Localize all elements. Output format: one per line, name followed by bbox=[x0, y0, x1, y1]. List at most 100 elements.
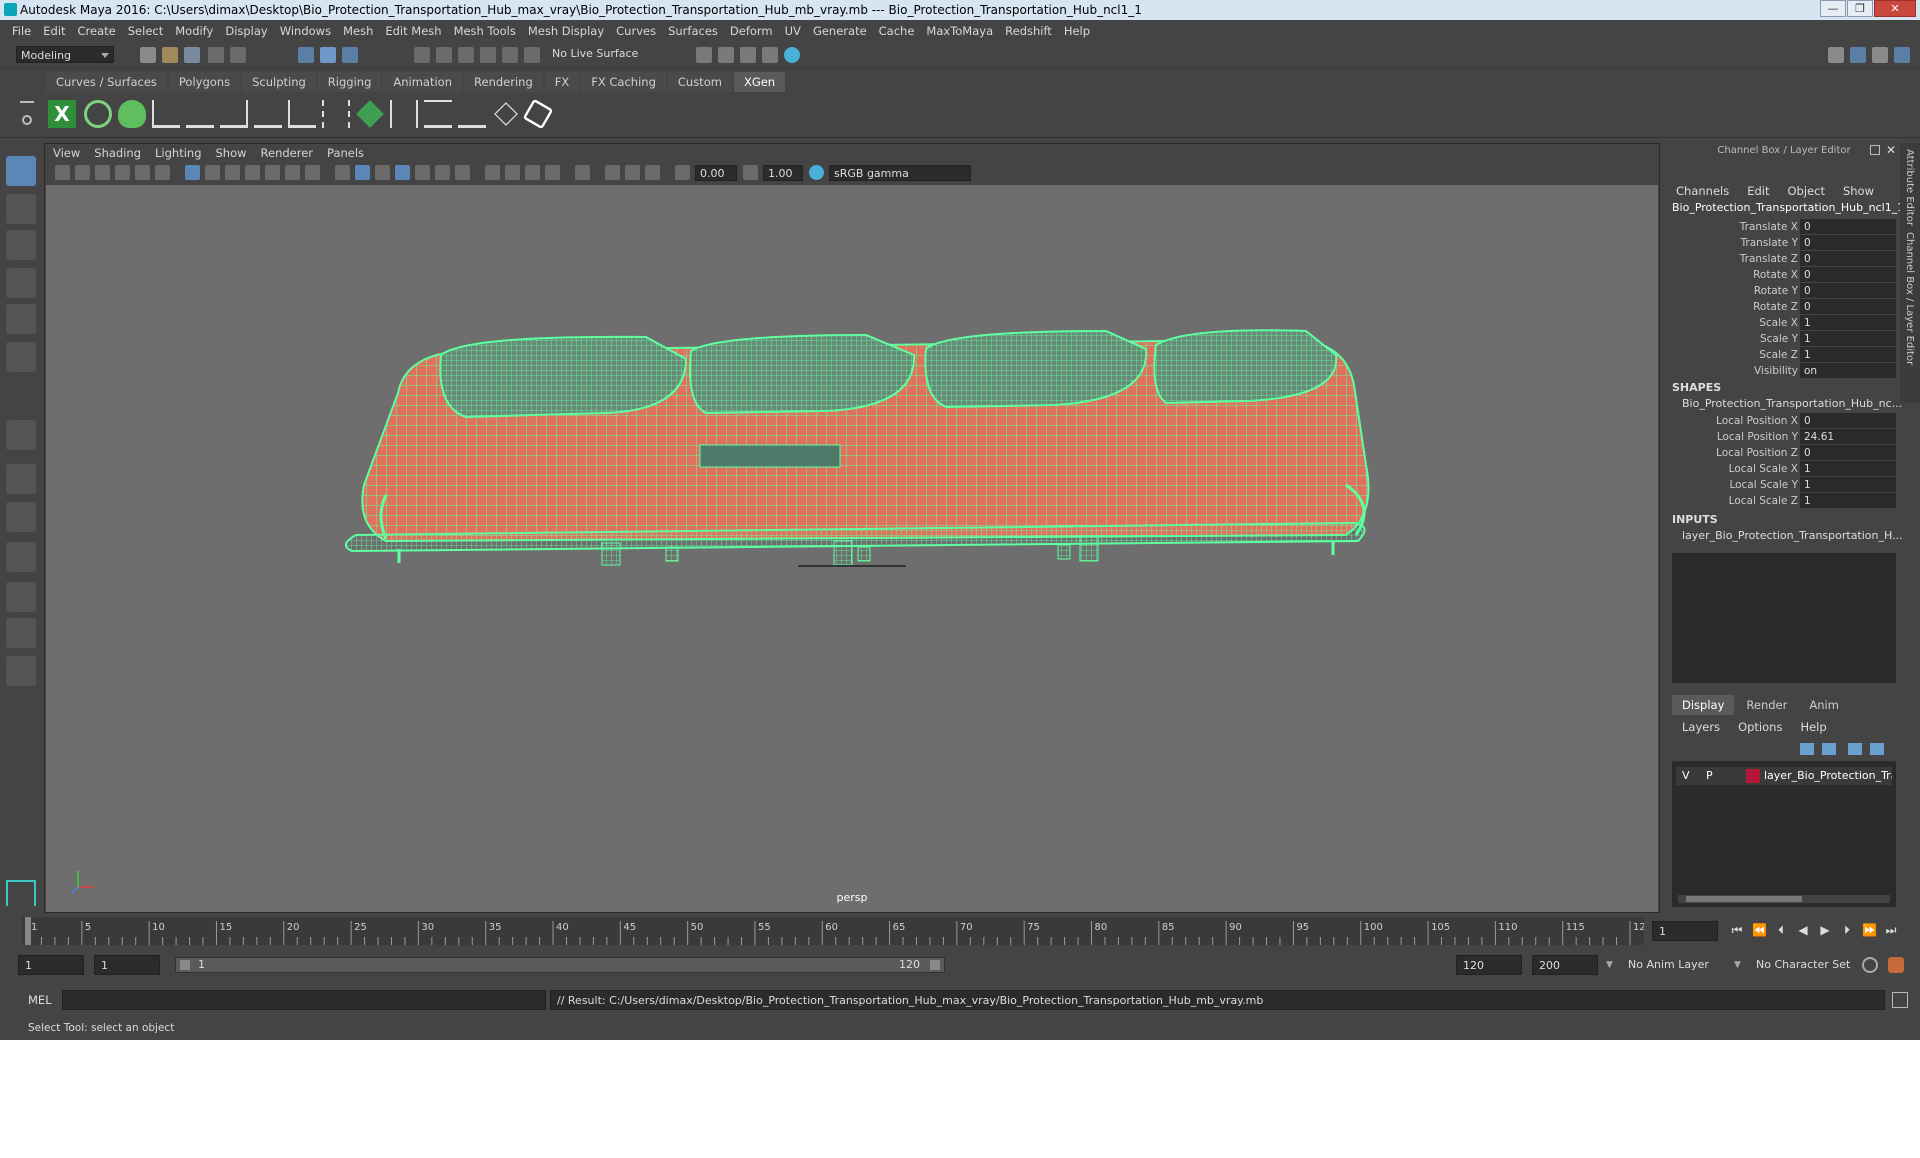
tab-channel-box-layer-editor[interactable]: Channel Box / Layer Editor bbox=[1904, 232, 1915, 365]
attr-scale-z[interactable]: Scale Z1 bbox=[1668, 347, 1900, 363]
preferences-icon[interactable] bbox=[1888, 957, 1904, 973]
time-ruler[interactable]: 1 5 10 15 20 25 30 35 40 45 50 55 60 65 70 75 80 85 90 95 10… bbox=[22, 917, 1644, 945]
tab-attribute-editor[interactable]: Attribute Editor bbox=[1904, 149, 1915, 226]
attr-translate-y[interactable]: Translate Y0 bbox=[1668, 235, 1900, 251]
rotate-tool-icon[interactable] bbox=[6, 304, 36, 334]
cb-menu-edit[interactable]: Edit bbox=[1747, 184, 1769, 198]
xgen-add-guide-icon[interactable] bbox=[186, 100, 214, 128]
exposure-icon[interactable] bbox=[675, 165, 690, 180]
render-settings-icon[interactable] bbox=[762, 47, 778, 63]
select-tool-icon[interactable] bbox=[6, 156, 36, 186]
motion-blur-icon[interactable] bbox=[505, 165, 520, 180]
menu-mesh[interactable]: Mesh bbox=[343, 24, 373, 38]
grid-toggle-icon[interactable] bbox=[185, 165, 200, 180]
exposure-field[interactable]: 0.00 bbox=[695, 165, 737, 181]
cb-menu-channels[interactable]: Channels bbox=[1676, 184, 1729, 198]
xgen-layer-icon[interactable] bbox=[356, 100, 384, 128]
render-frame-icon[interactable] bbox=[718, 47, 734, 63]
layer-visibility-toggle[interactable]: V bbox=[1682, 767, 1690, 785]
menu-curves[interactable]: Curves bbox=[616, 24, 656, 38]
modeling-toolkit-icon[interactable] bbox=[1828, 47, 1844, 63]
isolate-select-icon[interactable] bbox=[575, 165, 590, 180]
menu-mesh-display[interactable]: Mesh Display bbox=[528, 24, 604, 38]
snap-together-icon[interactable] bbox=[524, 47, 540, 63]
attr-rotate-x[interactable]: Rotate X0 bbox=[1668, 267, 1900, 283]
snap-grid-icon[interactable] bbox=[414, 47, 430, 63]
attr-translate-x[interactable]: Translate X0 bbox=[1668, 219, 1900, 235]
shelf-tab-fx-caching[interactable]: FX Caching bbox=[581, 72, 666, 92]
layer-list-scrollbar[interactable] bbox=[1678, 895, 1890, 903]
character-set-select[interactable]: No Character Set bbox=[1750, 955, 1868, 975]
viewport-menu-panels[interactable]: Panels bbox=[327, 146, 364, 160]
move-tool-icon[interactable] bbox=[6, 268, 36, 298]
attr-local-position-y[interactable]: Local Position Y 24.61 bbox=[1668, 429, 1900, 445]
animation-end-field[interactable]: 200 bbox=[1532, 955, 1598, 975]
auto-key-icon[interactable] bbox=[1862, 957, 1878, 973]
attr-visibility[interactable]: Visibility on bbox=[1668, 363, 1900, 379]
xray-active-icon[interactable] bbox=[625, 165, 640, 180]
undo-icon[interactable] bbox=[208, 47, 224, 63]
snap-curve-icon[interactable] bbox=[436, 47, 452, 63]
hypershade-icon[interactable] bbox=[784, 47, 800, 63]
script-language-toggle[interactable]: MEL bbox=[28, 993, 52, 1007]
xgen-rebuild-guide-icon[interactable] bbox=[254, 100, 282, 128]
persp-graph-layout-icon[interactable] bbox=[6, 542, 36, 572]
wireframe-icon[interactable] bbox=[335, 165, 350, 180]
grease-pencil-icon[interactable] bbox=[155, 165, 170, 180]
xgen-cut-icon[interactable] bbox=[458, 100, 486, 128]
layer-name[interactable]: layer_Bio_Protection_Tra bbox=[1764, 767, 1892, 785]
camera-attributes-icon[interactable] bbox=[75, 165, 90, 180]
menu-uv[interactable]: UV bbox=[785, 24, 801, 38]
playback-start-field[interactable]: 1 bbox=[94, 955, 160, 975]
xgen-editor-icon[interactable]: X bbox=[48, 100, 76, 128]
menu-surfaces[interactable]: Surfaces bbox=[668, 24, 718, 38]
field-chart-icon[interactable] bbox=[265, 165, 280, 180]
shelf-tab-sculpting[interactable]: Sculpting bbox=[242, 72, 316, 92]
snap-view-icon[interactable] bbox=[480, 47, 496, 63]
menu-windows[interactable]: Windows bbox=[280, 24, 331, 38]
view-transform-select[interactable]: sRGB gamma bbox=[829, 165, 971, 181]
shelf-tab-custom[interactable]: Custom bbox=[667, 72, 732, 92]
step-back-frame-icon[interactable]: ⏴ bbox=[1774, 923, 1788, 937]
layer-row[interactable]: V P layer_Bio_Protection_Tra bbox=[1676, 767, 1892, 785]
shelf-tab-polygons[interactable]: Polygons bbox=[168, 72, 241, 92]
float-panel-icon[interactable] bbox=[1870, 145, 1880, 155]
play-forward-icon[interactable]: ▶ bbox=[1818, 923, 1832, 937]
select-by-component-icon[interactable] bbox=[342, 47, 358, 63]
step-back-key-icon[interactable]: ⏪ bbox=[1752, 923, 1767, 937]
persp-outliner-layout-icon[interactable] bbox=[6, 502, 36, 532]
live-surface-label[interactable]: No Live Surface bbox=[552, 47, 638, 60]
menu-edit[interactable]: Edit bbox=[43, 24, 65, 38]
scale-tool-icon[interactable] bbox=[6, 342, 36, 372]
step-forward-key-icon[interactable]: ⏩ bbox=[1862, 923, 1877, 937]
attr-local-scale-x[interactable]: Local Scale X1 bbox=[1668, 461, 1900, 477]
paint-select-tool-icon[interactable] bbox=[6, 230, 36, 260]
attr-local-position-z[interactable]: Local Position Z0 bbox=[1668, 445, 1900, 461]
range-end-handle[interactable] bbox=[930, 960, 940, 970]
attr-local-scale-z[interactable]: Local Scale Z1 bbox=[1668, 493, 1900, 509]
play-backward-icon[interactable]: ◀ bbox=[1796, 923, 1810, 937]
resolution-gate-icon[interactable] bbox=[225, 165, 240, 180]
attr-translate-z[interactable]: Translate Z0 bbox=[1668, 251, 1900, 267]
le-menu-layers[interactable]: Layers bbox=[1682, 720, 1720, 734]
shelf-tab-xgen[interactable]: XGen bbox=[733, 72, 786, 92]
viewport-menu-lighting[interactable]: Lighting bbox=[155, 146, 201, 160]
attr-rotate-z[interactable]: Rotate Z0 bbox=[1668, 299, 1900, 315]
new-layer-icon[interactable] bbox=[1848, 743, 1862, 755]
two-d-pan-zoom-icon[interactable] bbox=[135, 165, 150, 180]
smooth-shade-all-icon[interactable] bbox=[355, 165, 370, 180]
menu-deform[interactable]: Deform bbox=[730, 24, 773, 38]
xgen-groom-icon[interactable] bbox=[390, 100, 418, 128]
menu-maxtomaya[interactable]: MaxToMaya bbox=[926, 24, 993, 38]
layer-color-swatch[interactable] bbox=[1746, 769, 1760, 783]
close-panel-icon[interactable]: ✕ bbox=[1886, 143, 1896, 157]
xray-joints-icon[interactable] bbox=[645, 165, 660, 180]
menu-select[interactable]: Select bbox=[128, 24, 163, 38]
open-scene-icon[interactable] bbox=[162, 47, 178, 63]
perspective-viewport[interactable]: persp bbox=[46, 185, 1658, 912]
menu-edit-mesh[interactable]: Edit Mesh bbox=[385, 24, 441, 38]
shelf-tab-curves-surfaces[interactable]: Curves / Surfaces bbox=[46, 72, 167, 92]
xgen-comb-icon[interactable] bbox=[424, 100, 452, 128]
minimize-button[interactable]: — bbox=[1820, 0, 1846, 17]
hypershade-layout-icon[interactable] bbox=[6, 582, 36, 612]
